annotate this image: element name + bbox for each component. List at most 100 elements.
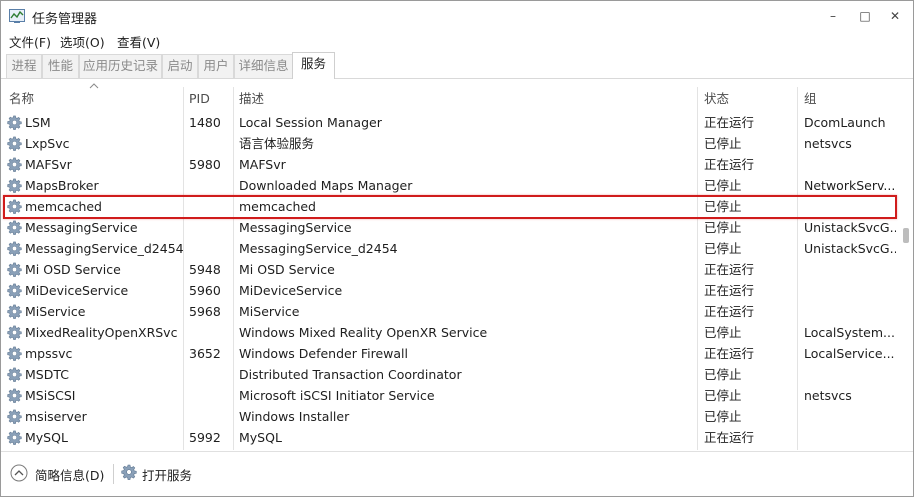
- service-name: MSDTC: [25, 367, 69, 382]
- column-pid[interactable]: PID: [189, 87, 210, 111]
- service-status: 正在运行: [704, 346, 755, 361]
- service-row[interactable]: MapsBroker Downloaded Maps Manager 已停止 N…: [1, 175, 898, 196]
- title-bar: 任务管理器 – □ ✕: [1, 1, 913, 31]
- tab-users[interactable]: 用户: [198, 54, 234, 78]
- service-description: Mi OSD Service: [239, 262, 335, 277]
- service-name: MixedRealityOpenXRSvc: [25, 325, 178, 340]
- service-row-memcached[interactable]: memcached memcached 已停止: [1, 196, 898, 217]
- service-name: mpssvc: [25, 346, 73, 361]
- tab-processes[interactable]: 进程: [6, 54, 42, 78]
- service-group: UnistackSvcG...: [804, 241, 896, 256]
- service-description: MySQL: [239, 430, 282, 445]
- service-group: LocalService...: [804, 346, 895, 361]
- service-status: 已停止: [704, 220, 742, 235]
- minimize-button[interactable]: –: [820, 5, 846, 27]
- tab-performance[interactable]: 性能: [42, 54, 79, 78]
- tab-app-history[interactable]: 应用历史记录: [79, 54, 162, 78]
- menu-view[interactable]: 查看(V): [117, 32, 160, 51]
- service-description: Windows Defender Firewall: [239, 346, 408, 361]
- service-name: LSM: [25, 115, 51, 130]
- service-name: MySQL: [25, 430, 68, 445]
- close-button[interactable]: ✕: [882, 5, 908, 27]
- service-row[interactable]: MySQL 5992 MySQL 正在运行: [1, 427, 898, 448]
- open-services-link[interactable]: 打开服务: [142, 465, 192, 484]
- service-row[interactable]: mpssvc 3652 Windows Defender Firewall 正在…: [1, 343, 898, 364]
- tab-details[interactable]: 详细信息: [234, 54, 293, 78]
- service-group: [804, 427, 896, 448]
- service-gear-icon: [7, 241, 22, 256]
- service-row[interactable]: msiserver Windows Installer 已停止: [1, 406, 898, 427]
- service-status: 正在运行: [704, 157, 755, 172]
- menu-bar: 文件(F) 选项(O) 查看(V): [1, 31, 913, 51]
- service-description: Windows Mixed Reality OpenXR Service: [239, 325, 488, 340]
- service-status: 正在运行: [704, 430, 755, 445]
- service-pid: [189, 238, 233, 259]
- menu-options[interactable]: 选项(O): [60, 32, 105, 51]
- service-description: Windows Installer: [239, 409, 350, 424]
- maximize-button[interactable]: □: [852, 5, 878, 27]
- service-row[interactable]: MessagingService_d2454 MessagingService_…: [1, 238, 898, 259]
- service-gear-icon: [7, 220, 22, 235]
- service-row[interactable]: MixedRealityOpenXRSvc Windows Mixed Real…: [1, 322, 898, 343]
- service-group: [804, 259, 896, 280]
- service-pid: 1480: [189, 115, 221, 130]
- menu-file[interactable]: 文件(F): [9, 32, 51, 51]
- service-status: 已停止: [704, 199, 742, 214]
- service-row[interactable]: LSM 1480 Local Session Manager 正在运行 Dcom…: [1, 112, 898, 133]
- service-pid: 5948: [189, 262, 221, 277]
- column-group[interactable]: 组: [804, 87, 817, 111]
- service-row[interactable]: MiDeviceService 5960 MiDeviceService 正在运…: [1, 280, 898, 301]
- tab-divider: [1, 78, 913, 79]
- service-row[interactable]: MSiSCSI Microsoft iSCSI Initiator Servic…: [1, 385, 898, 406]
- service-name: msiserver: [25, 409, 87, 424]
- column-description[interactable]: 描述: [239, 87, 264, 111]
- column-name[interactable]: 名称: [9, 87, 34, 111]
- service-row[interactable]: MessagingService MessagingService 已停止 Un…: [1, 217, 898, 238]
- service-pid: [189, 385, 233, 406]
- service-gear-icon: [7, 409, 22, 424]
- service-name: MiService: [25, 304, 86, 319]
- service-row[interactable]: Mi OSD Service 5948 Mi OSD Service 正在运行: [1, 259, 898, 280]
- service-row[interactable]: MSDTC Distributed Transaction Coordinato…: [1, 364, 898, 385]
- service-group: [804, 406, 896, 427]
- service-row[interactable]: MiService 5968 MiService 正在运行: [1, 301, 898, 322]
- task-manager-window: 任务管理器 – □ ✕ 文件(F) 选项(O) 查看(V) 进程 性能 应用历史…: [0, 0, 914, 497]
- service-gear-icon: [7, 115, 22, 130]
- service-status: 已停止: [704, 388, 742, 403]
- service-description: Local Session Manager: [239, 115, 382, 130]
- service-pid: [189, 217, 233, 238]
- service-pid: 5960: [189, 283, 221, 298]
- service-status: 正在运行: [704, 283, 755, 298]
- service-row[interactable]: LxpSvc 语言体验服务 已停止 netsvcs: [1, 133, 898, 154]
- service-gear-icon: [7, 178, 22, 193]
- service-row[interactable]: MAFSvr 5980 MAFSvr 正在运行: [1, 154, 898, 175]
- scrollbar-thumb[interactable]: [903, 228, 909, 243]
- tab-strip: 进程 性能 应用历史记录 启动 用户 详细信息 服务: [6, 52, 908, 79]
- fewer-details-link[interactable]: 简略信息(D): [35, 465, 104, 484]
- service-group: LocalSystem...: [804, 325, 895, 340]
- service-group: NetworkServ...: [804, 178, 896, 193]
- service-pid: 5968: [189, 304, 221, 319]
- footer-separator: [113, 464, 114, 484]
- service-status: 已停止: [704, 136, 742, 151]
- tab-services[interactable]: 服务: [292, 52, 335, 79]
- service-description: Distributed Transaction Coordinator: [239, 367, 462, 382]
- service-status: 已停止: [704, 241, 742, 256]
- service-group: [804, 196, 896, 217]
- vertical-scrollbar[interactable]: [899, 111, 913, 451]
- service-pid: 5992: [189, 430, 221, 445]
- service-group: [804, 280, 896, 301]
- tab-startup[interactable]: 启动: [162, 54, 198, 78]
- service-pid: [189, 133, 233, 154]
- service-name: MessagingService_d2454: [25, 241, 183, 256]
- service-gear-icon: [7, 199, 22, 214]
- task-manager-icon: [9, 9, 25, 23]
- column-status[interactable]: 状态: [704, 87, 729, 111]
- service-group: UnistackSvcG...: [804, 220, 896, 235]
- service-description: 语言体验服务: [239, 136, 315, 151]
- service-name: MapsBroker: [25, 178, 99, 193]
- service-pid: 3652: [189, 346, 221, 361]
- service-status: 已停止: [704, 409, 742, 424]
- service-gear-icon: [7, 325, 22, 340]
- chevron-up-circle-icon[interactable]: [10, 464, 28, 482]
